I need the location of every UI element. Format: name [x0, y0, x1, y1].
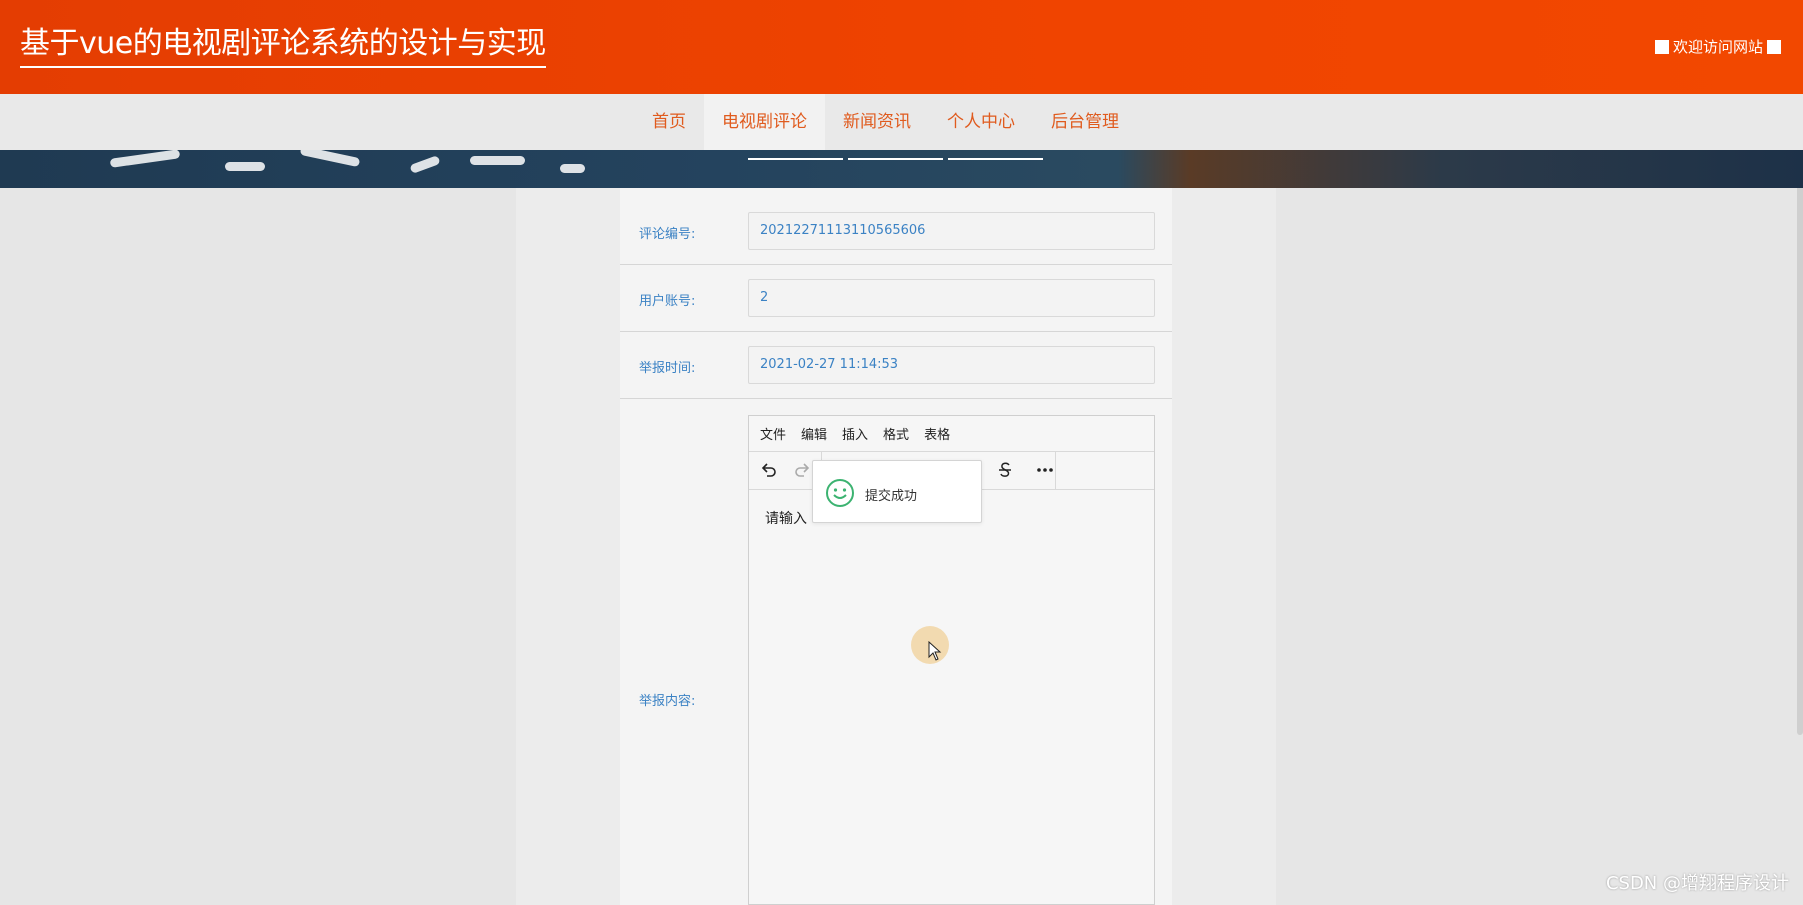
report-time-input[interactable]: 2021-02-27 11:14:53: [748, 346, 1155, 384]
page-scrollbar[interactable]: [1797, 165, 1803, 735]
main-nav: 首页 电视剧评论 新闻资讯 个人中心 后台管理: [0, 94, 1803, 150]
form-row-user-account: 用户账号: 2: [620, 265, 1172, 332]
menu-table[interactable]: 表格: [924, 424, 950, 443]
banner-underline: [848, 158, 943, 160]
undo-icon[interactable]: [756, 457, 782, 483]
success-toast: 提交成功: [812, 460, 982, 523]
nav-item-home[interactable]: 首页: [634, 94, 704, 150]
banner-brushstroke: [299, 150, 361, 168]
nav-item-profile[interactable]: 个人中心: [929, 94, 1033, 150]
nav-item-news[interactable]: 新闻资讯: [825, 94, 929, 150]
banner-brushstroke: [560, 164, 585, 173]
report-form: 评论编号: 20212271113110565606 用户账号: 2 举报时间:…: [620, 188, 1172, 905]
more-icon[interactable]: [1032, 457, 1058, 483]
square-icon: [1767, 39, 1781, 54]
comment-id-input[interactable]: 20212271113110565606: [748, 212, 1155, 250]
welcome-label: 欢迎访问网站: [1672, 38, 1763, 56]
toast-message: 提交成功: [865, 489, 918, 504]
banner-underline: [948, 158, 1043, 160]
welcome-text: 欢迎访问网站: [1654, 36, 1781, 57]
report-time-label: 举报时间:: [639, 361, 696, 376]
report-content-label: 举报内容:: [639, 694, 696, 709]
watermark: CSDN @增翔程序设计: [1605, 873, 1789, 894]
banner-image: [0, 150, 1803, 188]
banner-underline: [748, 158, 843, 160]
nav-item-tv-comments[interactable]: 电视剧评论: [704, 94, 825, 150]
menu-format[interactable]: 格式: [883, 424, 909, 443]
form-row-report-time: 举报时间: 2021-02-27 11:14:53: [620, 332, 1172, 399]
mouse-cursor-icon: [928, 641, 942, 661]
editor-menubar: 文件 编辑 插入 格式 表格: [749, 416, 1154, 452]
banner-brushstroke: [470, 156, 525, 165]
nav-item-admin[interactable]: 后台管理: [1033, 94, 1137, 150]
menu-insert[interactable]: 插入: [842, 424, 868, 443]
banner-brushstroke: [225, 162, 265, 171]
form-row-comment-id: 评论编号: 20212271113110565606: [620, 188, 1172, 265]
comment-id-label: 评论编号:: [639, 227, 696, 242]
editor-content[interactable]: 请输入: [765, 508, 807, 528]
site-header: 基于vue的电视剧评论系统的设计与实现 欢迎访问网站: [0, 0, 1803, 94]
banner-brushstroke: [109, 150, 181, 168]
user-account-label: 用户账号:: [639, 294, 696, 309]
menu-edit[interactable]: 编辑: [801, 424, 827, 443]
square-icon: [1654, 39, 1669, 54]
user-account-input[interactable]: 2: [748, 279, 1155, 317]
strikethrough-icon[interactable]: [992, 457, 1018, 483]
menu-file[interactable]: 文件: [760, 424, 786, 443]
site-title[interactable]: 基于vue的电视剧评论系统的设计与实现: [20, 26, 546, 68]
banner-brushstroke: [409, 155, 441, 174]
smile-icon: [826, 479, 854, 507]
